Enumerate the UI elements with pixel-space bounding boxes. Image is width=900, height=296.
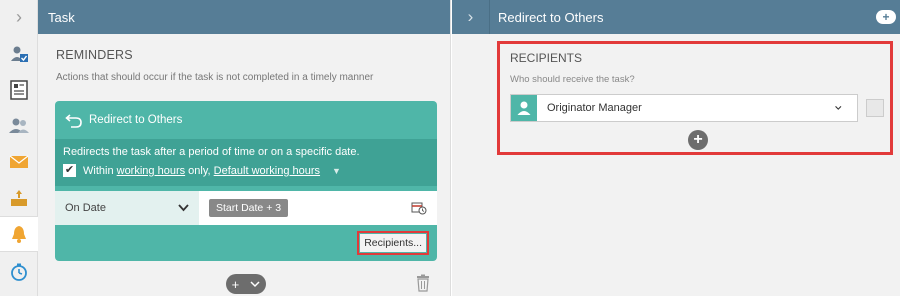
rail-item-email[interactable] — [0, 144, 38, 180]
inbox-icon — [11, 190, 27, 206]
working-hours-checkbox[interactable]: ✔ — [63, 164, 76, 177]
recipient-options-toggle[interactable] — [866, 99, 884, 117]
collapse-chevron-icon[interactable]: › — [452, 0, 490, 34]
envelope-icon — [9, 155, 29, 168]
redirect-card: Redirect to Others Redirects the task af… — [55, 101, 437, 261]
stopwatch-icon — [11, 263, 27, 281]
date-chip[interactable]: Start Date + 3 — [209, 199, 289, 217]
chevron-down-icon — [178, 204, 189, 212]
rail-item-form[interactable] — [0, 72, 38, 108]
form-icon — [10, 80, 28, 100]
recipients-highlight: Recipients... — [357, 231, 429, 255]
default-working-hours-link[interactable]: Default working hours — [214, 165, 320, 177]
trash-icon[interactable] — [416, 274, 430, 292]
working-hours-link[interactable]: working hours — [117, 165, 185, 177]
within-label: Within — [83, 164, 114, 177]
recipients-question: Who should receive the task? — [510, 74, 635, 85]
chevron-down-icon — [835, 105, 842, 110]
redirect-panel-header: › Redirect to Others + — [452, 0, 900, 34]
redirect-card-body: Redirects the task after a period of tim… — [55, 139, 437, 186]
schedule-row: On Date Start Date + 3 — [55, 191, 437, 225]
redirect-panel: › Redirect to Others + RECIPIENTS Who sh… — [452, 0, 900, 296]
recipient-value: Originator Manager — [547, 102, 642, 114]
task-panel-header: Task — [38, 0, 450, 34]
users-icon — [9, 118, 29, 133]
redirect-card-description: Redirects the task after a period of tim… — [63, 146, 360, 158]
rail-item-users[interactable] — [0, 108, 38, 144]
user-check-icon — [11, 46, 28, 62]
redirect-card-header[interactable]: Redirect to Others — [55, 101, 437, 139]
recipients-section: RECIPIENTS Who should receive the task? … — [497, 41, 893, 155]
recipients-button[interactable]: Recipients... — [360, 234, 426, 252]
task-panel-title: Task — [48, 9, 75, 25]
chevron-down-icon — [250, 280, 260, 287]
reminders-description: Actions that should occur if the task is… — [56, 72, 374, 83]
add-recipient-button[interactable]: + — [688, 130, 708, 150]
schedule-type-select[interactable]: On Date — [55, 191, 199, 225]
add-header-icon[interactable]: + — [876, 10, 896, 24]
date-field[interactable]: Start Date + 3 — [199, 191, 437, 225]
bell-icon — [12, 226, 26, 243]
redirect-panel-title: Redirect to Others — [498, 9, 604, 25]
schedule-type-value: On Date — [65, 202, 106, 214]
rail-item-reminders[interactable] — [0, 216, 38, 252]
add-reminder-button[interactable]: + — [226, 274, 266, 294]
reminders-title: REMINDERS — [56, 48, 133, 62]
redirect-card-title: Redirect to Others — [89, 114, 183, 126]
calendar-clock-icon[interactable] — [411, 201, 427, 215]
chevron-down-icon[interactable]: ▼ — [332, 166, 341, 176]
user-icon — [511, 95, 537, 121]
expand-chevron-icon[interactable]: › — [0, 0, 38, 34]
task-panel: Task REMINDERS Actions that should occur… — [38, 0, 451, 296]
recipient-select[interactable]: Originator Manager — [510, 94, 858, 122]
plus-icon: + — [231, 276, 240, 292]
rail-item-user-check[interactable] — [0, 36, 38, 72]
recipients-title: RECIPIENTS — [510, 51, 583, 65]
rail-item-inbox[interactable] — [0, 180, 38, 216]
rail-item-deadline[interactable] — [0, 254, 38, 290]
only-label: only, — [188, 164, 211, 177]
undo-arrow-icon — [65, 114, 82, 128]
icon-rail: › — [0, 0, 38, 296]
